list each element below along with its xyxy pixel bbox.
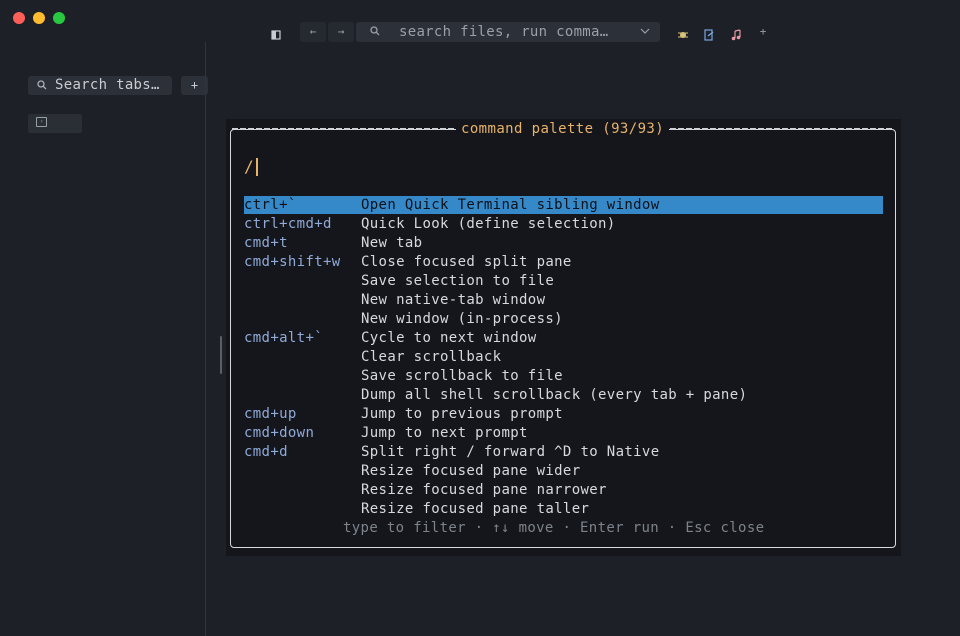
palette-item-label: New native-tab window xyxy=(361,292,546,308)
palette-item-label: Save scrollback to file xyxy=(361,368,563,384)
palette-item-keybinding: cmd+alt+` xyxy=(244,330,324,346)
palette-item[interactable]: Resize focused pane taller xyxy=(244,500,883,518)
palette-item[interactable]: ctrl+cmd+d Quick Look (define selection) xyxy=(244,215,883,233)
terminal-icon: › xyxy=(36,117,47,127)
arrow-left-icon: ← xyxy=(309,25,317,38)
palette-item[interactable]: cmd+t New tab xyxy=(244,234,883,252)
palette-item-label: Close focused split pane xyxy=(361,254,572,270)
search-tabs-placeholder: Search tabs… xyxy=(55,77,160,93)
edit-document-icon[interactable] xyxy=(703,26,715,41)
window-minimize-button[interactable] xyxy=(33,12,45,24)
palette-item-keybinding: cmd+d xyxy=(244,444,288,460)
back-button[interactable]: ← xyxy=(300,22,326,42)
palette-border-dashes-right xyxy=(670,128,892,130)
forward-button[interactable]: → xyxy=(328,22,354,42)
command-search-input[interactable]: search files, run comma… xyxy=(356,22,660,42)
palette-item[interactable]: Dump all shell scrollback (every tab + p… xyxy=(244,386,883,404)
bug-icon[interactable] xyxy=(677,26,689,38)
command-search-placeholder: search files, run comma… xyxy=(399,24,609,40)
plus-icon: + xyxy=(759,25,767,38)
music-icon[interactable] xyxy=(730,26,742,41)
palette-item-label: Resize focused pane wider xyxy=(361,463,581,479)
text-caret xyxy=(256,158,258,176)
palette-item-label: Resize focused pane narrower xyxy=(361,482,607,498)
palette-item[interactable]: Save scrollback to file xyxy=(244,367,883,385)
search-icon xyxy=(370,25,380,40)
palette-item-label: Clear scrollback xyxy=(361,349,502,365)
palette-item-label: Cycle to next window xyxy=(361,330,537,346)
palette-item[interactable]: Save selection to file xyxy=(244,272,883,290)
palette-item-label: Jump to previous prompt xyxy=(361,406,563,422)
palette-item-label: Split right / forward ^D to Native xyxy=(361,444,660,460)
palette-item-label: New tab xyxy=(361,235,423,251)
chevron-down-icon[interactable] xyxy=(640,24,650,41)
palette-item[interactable]: cmd+down Jump to next prompt xyxy=(244,424,883,442)
palette-item-label: Jump to next prompt xyxy=(361,425,528,441)
palette-item[interactable]: Clear scrollback xyxy=(244,348,883,366)
sidebar-toggle-icon xyxy=(271,30,281,40)
palette-item-label: Resize focused pane taller xyxy=(361,501,590,517)
window-maximize-button[interactable] xyxy=(53,12,65,24)
palette-item[interactable]: ctrl+` Open Quick Terminal sibling window xyxy=(244,196,883,214)
palette-border-dashes-left xyxy=(232,128,454,130)
palette-item[interactable]: cmd+up Jump to previous prompt xyxy=(244,405,883,423)
plus-icon: + xyxy=(190,78,199,92)
palette-item-label: Save selection to file xyxy=(361,273,555,289)
palette-title: command palette (93/93) xyxy=(456,120,670,138)
palette-item-keybinding: ctrl+cmd+d xyxy=(244,216,332,232)
palette-item[interactable]: Resize focused pane wider xyxy=(244,462,883,480)
palette-item-keybinding: cmd+shift+w xyxy=(244,254,341,270)
palette-query[interactable]: / xyxy=(244,157,254,177)
palette-item-keybinding: cmd+t xyxy=(244,235,288,251)
search-tabs-input[interactable]: Search tabs… xyxy=(28,76,172,95)
palette-item-label: New window (in-process) xyxy=(361,311,563,327)
search-icon xyxy=(37,79,47,94)
palette-item-label: Dump all shell scrollback (every tab + p… xyxy=(361,387,748,403)
add-tab-button[interactable]: + xyxy=(181,76,208,95)
palette-item[interactable]: New window (in-process) xyxy=(244,310,883,328)
palette-item-label: Quick Look (define selection) xyxy=(361,216,616,232)
palette-item-keybinding: cmd+up xyxy=(244,406,297,422)
sidebar-divider xyxy=(205,42,206,636)
palette-item-keybinding: cmd+down xyxy=(244,425,315,441)
palette-item[interactable]: New native-tab window xyxy=(244,291,883,309)
sidebar-toggle-button[interactable] xyxy=(269,26,283,40)
palette-item-label: Open Quick Terminal sibling window xyxy=(361,197,660,213)
new-tab-button[interactable]: + xyxy=(755,25,771,39)
palette-item[interactable]: cmd+d Split right / forward ^D to Native xyxy=(244,443,883,461)
sidebar-tab-item[interactable]: › xyxy=(28,114,82,133)
resize-handle[interactable] xyxy=(220,336,222,374)
palette-hint: type to filter · ↑↓ move · Enter run · E… xyxy=(343,520,765,536)
palette-item[interactable]: cmd+shift+w Close focused split pane xyxy=(244,253,883,271)
palette-item-keybinding: ctrl+` xyxy=(244,197,297,213)
palette-item[interactable]: Resize focused pane narrower xyxy=(244,481,883,499)
window-close-button[interactable] xyxy=(13,12,25,24)
palette-item[interactable]: cmd+alt+` Cycle to next window xyxy=(244,329,883,347)
arrow-right-icon: → xyxy=(337,25,345,38)
